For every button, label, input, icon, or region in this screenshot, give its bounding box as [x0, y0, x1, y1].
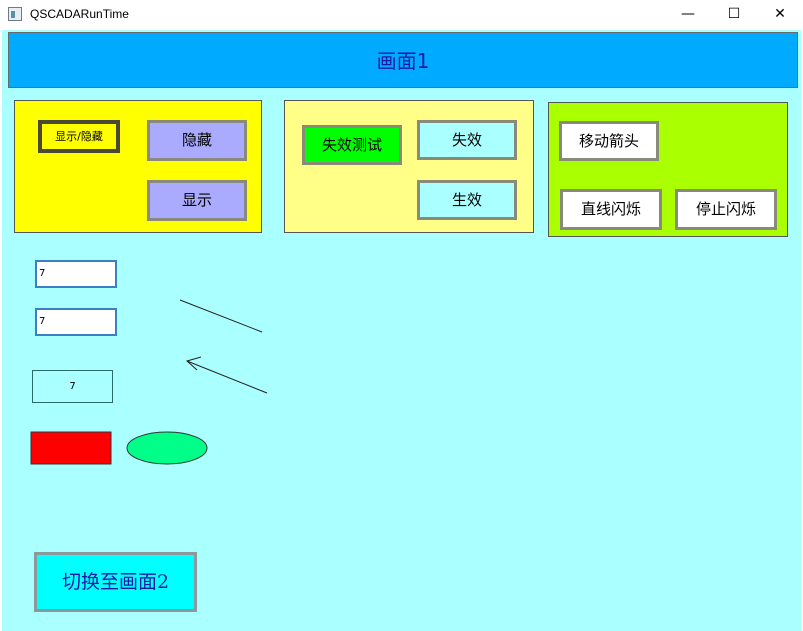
arrow-shape [185, 356, 268, 394]
minimize-button[interactable]: — [665, 0, 711, 30]
app-icon [8, 7, 22, 21]
red-rectangle [30, 431, 112, 465]
scada-canvas: 画面1 显示/隐藏 隐藏 显示 失效测试 失效 生效 移动箭头 直线闪烁 停止闪… [2, 30, 801, 631]
maximize-button[interactable]: ☐ [711, 0, 757, 30]
window-title: QSCADARunTime [30, 7, 129, 21]
green-ellipse [126, 431, 208, 465]
shape-layer [30, 299, 268, 465]
switch-to-screen2-button[interactable]: 切换至画面2 [34, 552, 197, 612]
close-button[interactable]: ✕ [757, 0, 803, 30]
window-titlebar[interactable]: QSCADARunTime — ☐ ✕ [0, 0, 803, 30]
blink-line [179, 299, 263, 333]
